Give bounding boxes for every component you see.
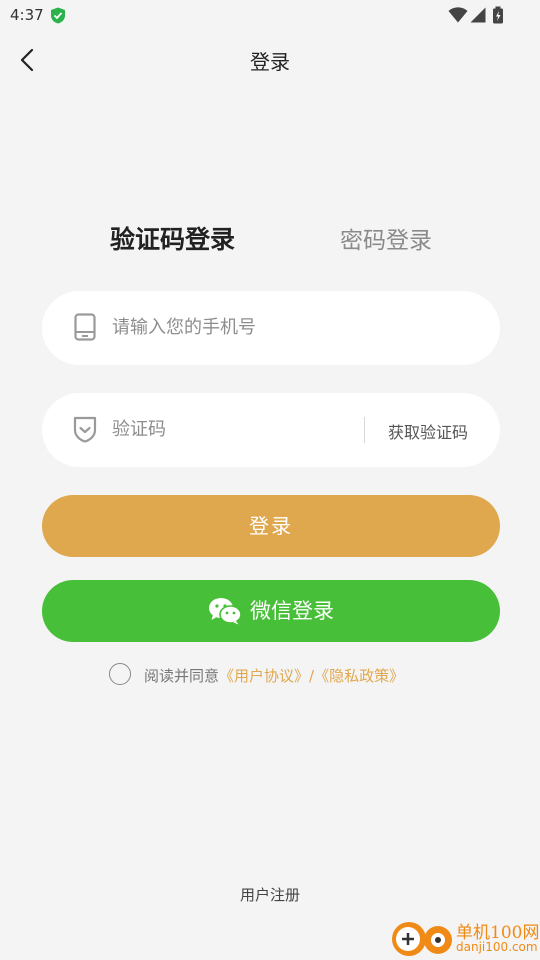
agreement-text: 阅读并同意《用户协议》/《隐私政策》 [144,665,404,686]
phone-field [42,291,500,365]
phone-input[interactable] [110,311,474,343]
agreement-prefix: 阅读并同意 [144,667,220,685]
shield-status-icon [51,7,65,24]
wechat-icon [209,598,242,625]
register-link[interactable]: 用户注册 [0,884,540,905]
wechat-login-button[interactable]: 微信登录 [42,580,500,642]
wifi-icon [448,7,468,23]
code-field: 获取验证码 [42,393,500,467]
divider [364,417,365,443]
status-time: 4:37 [10,6,44,24]
code-input[interactable] [110,413,354,445]
wechat-login-label: 微信登录 [250,599,334,623]
get-code-button[interactable]: 获取验证码 [388,419,468,443]
shield-icon [73,416,97,443]
tab-password-login[interactable]: 密码登录 [340,221,432,255]
battery-icon [493,6,503,24]
page-title: 登录 [250,50,290,74]
signal-icon [470,7,486,23]
phone-icon [74,313,96,341]
tab-sms-login[interactable]: 验证码登录 [110,220,235,256]
privacy-policy-link[interactable]: 《隐私政策》 [314,667,404,685]
user-agreement-link[interactable]: 《用户协议》 [219,667,309,685]
agreement-checkbox[interactable] [109,663,131,685]
watermark-url: danji100.com [456,940,538,954]
login-button[interactable]: 登录 [42,495,500,557]
status-bar: 4:37 [0,0,540,32]
